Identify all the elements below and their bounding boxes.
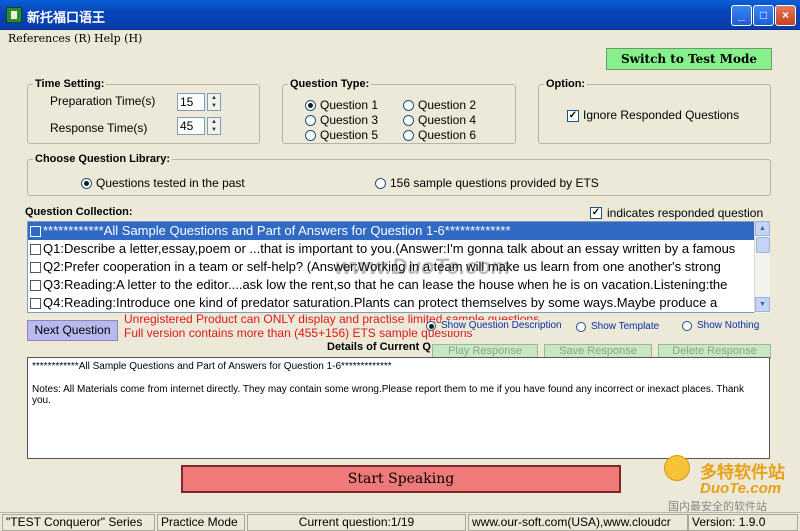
- window-title: 新托福口语王: [27, 10, 106, 25]
- response-time-stepper[interactable]: ▲ ▼: [207, 117, 221, 135]
- details-heading: Details of Current Q: [327, 341, 431, 353]
- preparation-time-input[interactable]: 15: [177, 93, 205, 111]
- question-5-label[interactable]: Question 5: [320, 128, 378, 142]
- question-4-label[interactable]: Question 4: [418, 113, 476, 127]
- scroll-up-icon[interactable]: ▲: [755, 221, 770, 236]
- library-past-label[interactable]: Questions tested in the past: [96, 176, 245, 190]
- radio-show-nothing[interactable]: [682, 321, 692, 331]
- status-site: www.our-soft.com(USA),www.cloudcr: [468, 514, 688, 531]
- details-line-1: ************All Sample Questions and Par…: [32, 361, 392, 372]
- radio-question-5[interactable]: [305, 130, 316, 141]
- radio-question-3[interactable]: [305, 115, 316, 126]
- show-description-label[interactable]: Show Question Description: [441, 320, 562, 331]
- watermark-center: www.DuoTe.com: [335, 254, 511, 279]
- question-type-legend: Question Type:: [288, 78, 372, 90]
- duote-logo-icon: [664, 455, 690, 481]
- status-bar: "TEST Conqueror" Series Practice Mode Cu…: [0, 512, 800, 531]
- indicator-checkbox: ✓: [590, 207, 602, 219]
- menu-references[interactable]: References (R): [8, 32, 91, 45]
- question-3-label[interactable]: Question 3: [320, 113, 378, 127]
- minimize-button[interactable]: _: [731, 5, 752, 26]
- radio-library-sample[interactable]: [375, 178, 386, 189]
- scroll-down-icon[interactable]: ▼: [755, 297, 770, 312]
- ignore-responded-label[interactable]: Ignore Responded Questions: [583, 108, 739, 122]
- switch-test-mode-button[interactable]: Switch to Test Mode: [606, 48, 772, 70]
- row-checkbox[interactable]: [30, 298, 41, 309]
- status-mode: Practice Mode: [157, 514, 245, 531]
- library-sample-label[interactable]: 156 sample questions provided by ETS: [390, 176, 599, 190]
- menu-bar: References (R) Help (H): [0, 30, 800, 47]
- library-legend: Choose Question Library:: [33, 153, 173, 165]
- row-checkbox[interactable]: [30, 262, 41, 273]
- maximize-button[interactable]: □: [753, 5, 774, 26]
- stepper-down-icon[interactable]: ▼: [208, 102, 220, 110]
- list-item[interactable]: ************All Sample Questions and Par…: [28, 222, 756, 240]
- warning-line-2: Full version contains more than (455+156…: [124, 326, 473, 340]
- question-6-label[interactable]: Question 6: [418, 128, 476, 142]
- row-checkbox[interactable]: [30, 280, 41, 291]
- preparation-time-label: Preparation Time(s): [50, 94, 156, 108]
- time-setting-legend: Time Setting:: [33, 78, 107, 90]
- radio-show-template[interactable]: [576, 322, 586, 332]
- response-time-label: Response Time(s): [50, 121, 148, 135]
- details-line-2: Notes: All Materials come from internet …: [32, 384, 744, 406]
- question-type-group: [282, 84, 516, 144]
- row-checkbox[interactable]: [30, 244, 41, 255]
- start-speaking-button[interactable]: Start Speaking: [181, 465, 621, 493]
- list-item[interactable]: Q4:Reading:Introduce one kind of predato…: [28, 294, 756, 312]
- response-time-input[interactable]: 45: [177, 117, 205, 135]
- radio-library-past[interactable]: [81, 178, 92, 189]
- status-current-question: Current question:1/19: [247, 514, 466, 531]
- watermark-brand-url: DuoTe.com: [700, 480, 782, 497]
- status-series: "TEST Conqueror" Series: [2, 514, 155, 531]
- next-question-button[interactable]: Next Question: [27, 320, 118, 341]
- radio-question-1[interactable]: [305, 100, 316, 111]
- show-template-label[interactable]: Show Template: [591, 321, 659, 332]
- time-setting-group: [27, 84, 260, 144]
- radio-question-2[interactable]: [403, 100, 414, 111]
- stepper-up-icon[interactable]: ▲: [208, 118, 220, 126]
- app-icon: [6, 7, 22, 23]
- status-version: Version: 1.9.0: [688, 514, 798, 531]
- radio-question-4[interactable]: [403, 115, 414, 126]
- stepper-up-icon[interactable]: ▲: [208, 94, 220, 102]
- title-bar[interactable]: 新托福口语王 _ □ ×: [0, 0, 800, 30]
- scroll-thumb[interactable]: [756, 237, 770, 253]
- radio-question-6[interactable]: [403, 130, 414, 141]
- details-panel[interactable]: ************All Sample Questions and Par…: [27, 357, 770, 459]
- option-legend: Option:: [544, 78, 588, 90]
- stepper-down-icon[interactable]: ▼: [208, 126, 220, 134]
- ignore-responded-checkbox[interactable]: ✓: [567, 110, 579, 122]
- close-button[interactable]: ×: [775, 5, 796, 26]
- question-2-label[interactable]: Question 2: [418, 98, 476, 112]
- menu-help[interactable]: Help (H): [94, 32, 142, 45]
- preparation-time-stepper[interactable]: ▲ ▼: [207, 93, 221, 111]
- radio-show-description[interactable]: [426, 321, 436, 331]
- list-scrollbar[interactable]: ▲ ▼: [754, 221, 770, 313]
- collection-label: Question Collection:: [25, 206, 133, 218]
- row-checkbox[interactable]: [30, 226, 41, 237]
- indicator-label: indicates responded question: [607, 206, 764, 220]
- show-nothing-label[interactable]: Show Nothing: [697, 320, 759, 331]
- question-1-label[interactable]: Question 1: [320, 98, 378, 112]
